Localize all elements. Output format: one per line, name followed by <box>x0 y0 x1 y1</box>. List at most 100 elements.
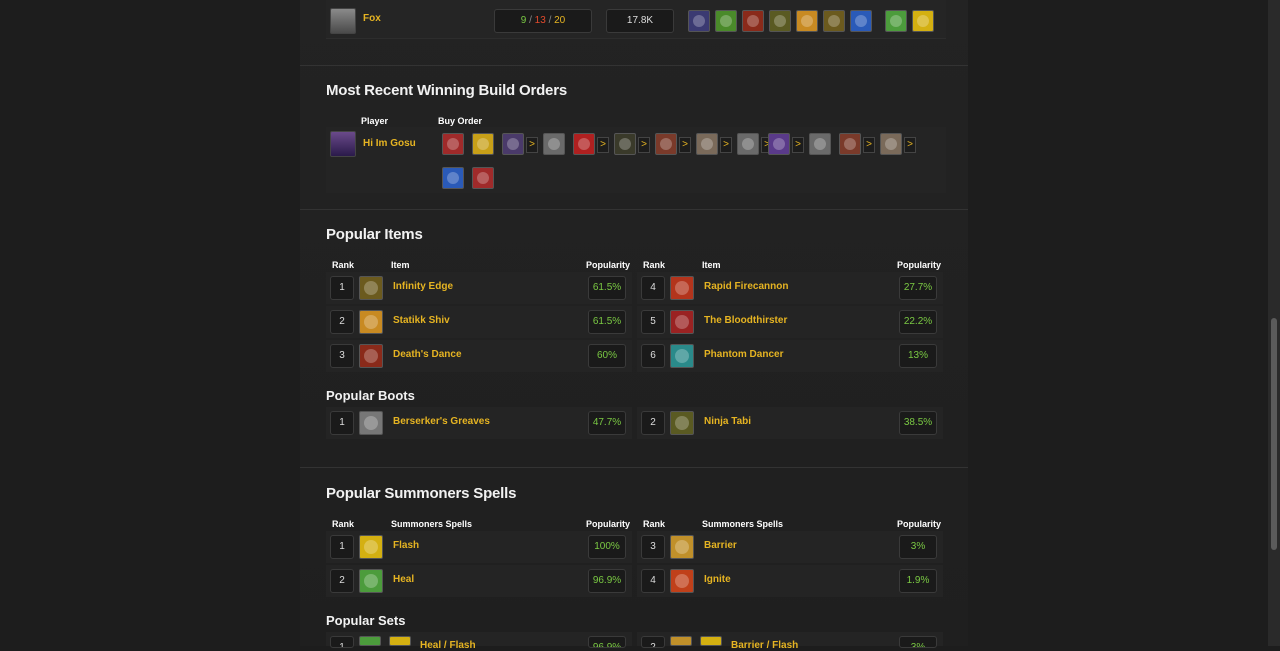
kills: 9 <box>520 15 527 26</box>
arrow-icon: > <box>904 137 916 153</box>
barrier-icon[interactable] <box>670 636 692 646</box>
avatar[interactable] <box>330 131 356 157</box>
item-link[interactable]: Statikk Shiv <box>393 315 450 326</box>
col-popularity: Popularity <box>586 260 631 270</box>
popularity-value: 47.7% <box>588 411 626 435</box>
item-icon[interactable] <box>472 133 494 155</box>
heal-icon[interactable] <box>359 569 383 593</box>
col-popularity: Popularity <box>897 260 942 270</box>
spell-link[interactable]: Heal <box>393 574 414 585</box>
match-row: Fox 9 / 13 / 20 17.8K <box>326 0 946 39</box>
statikk-icon[interactable] <box>715 10 737 32</box>
rank-badge: 1 <box>330 411 354 435</box>
item-icon[interactable] <box>442 167 464 189</box>
col-buy-order: Buy Order <box>438 116 483 126</box>
spell-link[interactable]: Ignite <box>704 574 731 585</box>
flash-icon[interactable] <box>359 535 383 559</box>
popularity-value: 27.7% <box>899 276 937 300</box>
item-link[interactable]: Death's Dance <box>393 349 462 360</box>
arrow-icon: > <box>863 137 875 153</box>
infinity-edge-icon[interactable] <box>359 276 383 300</box>
item-icon[interactable] <box>809 133 831 155</box>
arrow-icon: > <box>792 137 804 153</box>
player-name[interactable]: Hi Im Gosu <box>363 138 416 149</box>
item-link[interactable]: Phantom Dancer <box>704 349 783 360</box>
rank-badge: 6 <box>641 344 665 368</box>
rank-badge: 2 <box>330 310 354 334</box>
blade-icon[interactable] <box>688 10 710 32</box>
item-icon[interactable] <box>472 167 494 189</box>
gold-value: 17.8K <box>626 15 654 26</box>
item-icon[interactable] <box>768 133 790 155</box>
col-item: Item <box>391 260 410 270</box>
col-spell: Summoners Spells <box>391 519 473 529</box>
arrow-icon: > <box>720 137 732 153</box>
section-title-popular-items: Popular Items <box>326 226 423 243</box>
item-icon[interactable] <box>839 133 861 155</box>
barrier-icon[interactable] <box>670 535 694 559</box>
heal-icon[interactable] <box>885 10 907 32</box>
item-icon[interactable] <box>502 133 524 155</box>
scrollbar[interactable] <box>1268 0 1280 646</box>
flash-icon[interactable] <box>912 10 934 32</box>
flash-orb-icon[interactable] <box>850 10 872 32</box>
rank-badge: 2 <box>641 411 665 435</box>
popularity-value: 61.5% <box>588 310 626 334</box>
rank-badge: 2 <box>641 636 665 648</box>
divider <box>300 209 968 210</box>
deaths-dance-icon[interactable] <box>359 344 383 368</box>
rank-badge: 3 <box>641 535 665 559</box>
item-icon[interactable] <box>880 133 902 155</box>
statikk-icon[interactable] <box>796 10 818 32</box>
col-spell: Summoners Spells <box>702 519 784 529</box>
infinity-edge-icon[interactable] <box>823 10 845 32</box>
rank-badge: 4 <box>641 569 665 593</box>
item-icon[interactable] <box>543 133 565 155</box>
item-icon[interactable] <box>696 133 718 155</box>
spell-link[interactable]: Barrier <box>704 540 737 551</box>
ninja-tabi-icon[interactable] <box>670 411 694 435</box>
ninja-tabi-icon[interactable] <box>769 10 791 32</box>
item-icon[interactable] <box>614 133 636 155</box>
popularity-value: 38.5% <box>899 411 937 435</box>
rank-badge: 1 <box>330 276 354 300</box>
item-link[interactable]: Rapid Firecannon <box>704 281 788 292</box>
berserkers-greaves-icon[interactable] <box>359 411 383 435</box>
phantom-dancer-icon[interactable] <box>670 344 694 368</box>
item-icon[interactable] <box>573 133 595 155</box>
ignite-icon[interactable] <box>670 569 694 593</box>
item-link[interactable]: The Bloodthirster <box>704 315 787 326</box>
player-name[interactable]: Fox <box>363 13 381 24</box>
scrollbar-thumb[interactable] <box>1271 318 1277 550</box>
item-icon[interactable] <box>655 133 677 155</box>
item-icon[interactable] <box>442 133 464 155</box>
popularity-value: 61.5% <box>588 276 626 300</box>
rank-badge: 3 <box>330 344 354 368</box>
arrow-icon: > <box>526 137 538 153</box>
popularity-value: 13% <box>899 344 937 368</box>
rank-badge: 1 <box>330 636 354 648</box>
deaths-dance-icon[interactable] <box>742 10 764 32</box>
rapid-firecannon-icon[interactable] <box>670 276 694 300</box>
bloodthirster-icon[interactable] <box>670 310 694 334</box>
item-link[interactable]: Berserker's Greaves <box>393 416 490 427</box>
flash-icon[interactable] <box>700 636 722 646</box>
rank-badge: 5 <box>641 310 665 334</box>
popularity-value: 3% <box>899 535 937 559</box>
assists: 20 <box>554 15 566 26</box>
item-link[interactable]: Infinity Edge <box>393 281 453 292</box>
popularity-value: 96.9% <box>588 569 626 593</box>
statikk-shiv-icon[interactable] <box>359 310 383 334</box>
divider <box>300 65 968 66</box>
avatar[interactable] <box>330 8 356 34</box>
col-rank: Rank <box>332 260 355 270</box>
item-icon[interactable] <box>737 133 759 155</box>
col-item: Item <box>702 260 721 270</box>
popularity-value: 3% <box>899 636 937 648</box>
spell-link[interactable]: Flash <box>393 540 419 551</box>
item-link[interactable]: Ninja Tabi <box>704 416 751 427</box>
flash-icon[interactable] <box>389 636 411 646</box>
col-rank: Rank <box>643 260 666 270</box>
deaths: 13 <box>534 15 546 26</box>
heal-icon[interactable] <box>359 636 381 646</box>
